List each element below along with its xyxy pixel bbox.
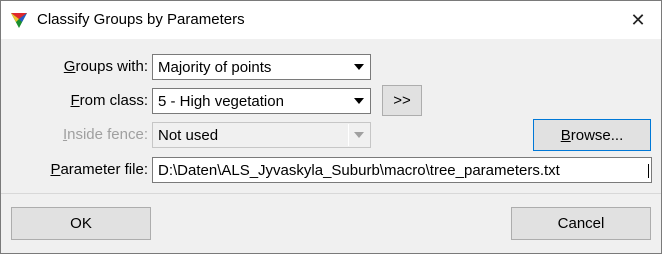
parameter-file-input[interactable]: D:\Daten\ALS_Jyvaskyla_Suburb\macro\tree… bbox=[152, 157, 652, 183]
class-selection-more-button[interactable]: >> bbox=[382, 85, 422, 116]
groups-with-accel: G bbox=[63, 58, 76, 75]
parameter-file-accel: P bbox=[50, 161, 61, 178]
close-icon: ✕ bbox=[630, 9, 646, 30]
browse-button-label: Browse... bbox=[561, 127, 624, 144]
from-class-label-text: rom class: bbox=[79, 92, 148, 109]
terrasolid-triangle-icon bbox=[11, 13, 27, 28]
chevron-down-icon bbox=[348, 124, 369, 146]
cancel-button-label: Cancel bbox=[557, 215, 605, 232]
browse-button[interactable]: Browse... bbox=[533, 119, 651, 151]
groups-with-value: Majority of points bbox=[158, 59, 272, 76]
text-caret bbox=[648, 164, 649, 178]
browse-accel: B bbox=[560, 126, 571, 144]
ok-button-label: OK bbox=[70, 215, 92, 232]
groups-with-label: Groups with: bbox=[1, 58, 148, 75]
window-title: Classify Groups by Parameters bbox=[37, 11, 245, 28]
chevron-down-icon[interactable] bbox=[348, 56, 369, 78]
ok-button[interactable]: OK bbox=[11, 207, 151, 240]
close-button[interactable]: ✕ bbox=[615, 1, 661, 39]
groups-with-label-text: roups with: bbox=[75, 58, 148, 75]
parameter-file-label-text: arameter file: bbox=[60, 161, 148, 178]
inside-fence-label: Inside fence: bbox=[1, 126, 148, 143]
parameter-file-value: D:\Daten\ALS_Jyvaskyla_Suburb\macro\tree… bbox=[158, 162, 560, 179]
inside-fence-label-text: nside fence: bbox=[67, 126, 148, 143]
inside-fence-select: Not used bbox=[152, 122, 371, 148]
inside-fence-value: Not used bbox=[158, 127, 219, 144]
title-bar: Classify Groups by Parameters ✕ bbox=[1, 1, 661, 39]
from-class-select[interactable]: 5 - High vegetation bbox=[152, 88, 371, 114]
browse-label-text: rowse... bbox=[570, 126, 624, 144]
more-button-label: >> bbox=[393, 92, 411, 109]
parameter-file-label: Parameter file: bbox=[1, 161, 148, 178]
dialog-window: Classify Groups by Parameters ✕ Groups w… bbox=[0, 0, 662, 254]
from-class-value: 5 - High vegetation bbox=[158, 93, 284, 110]
groups-with-select[interactable]: Majority of points bbox=[152, 54, 371, 80]
from-class-accel: F bbox=[70, 92, 80, 109]
from-class-label: From class: bbox=[1, 92, 148, 109]
chevron-down-icon[interactable] bbox=[348, 90, 369, 112]
cancel-button[interactable]: Cancel bbox=[511, 207, 651, 240]
